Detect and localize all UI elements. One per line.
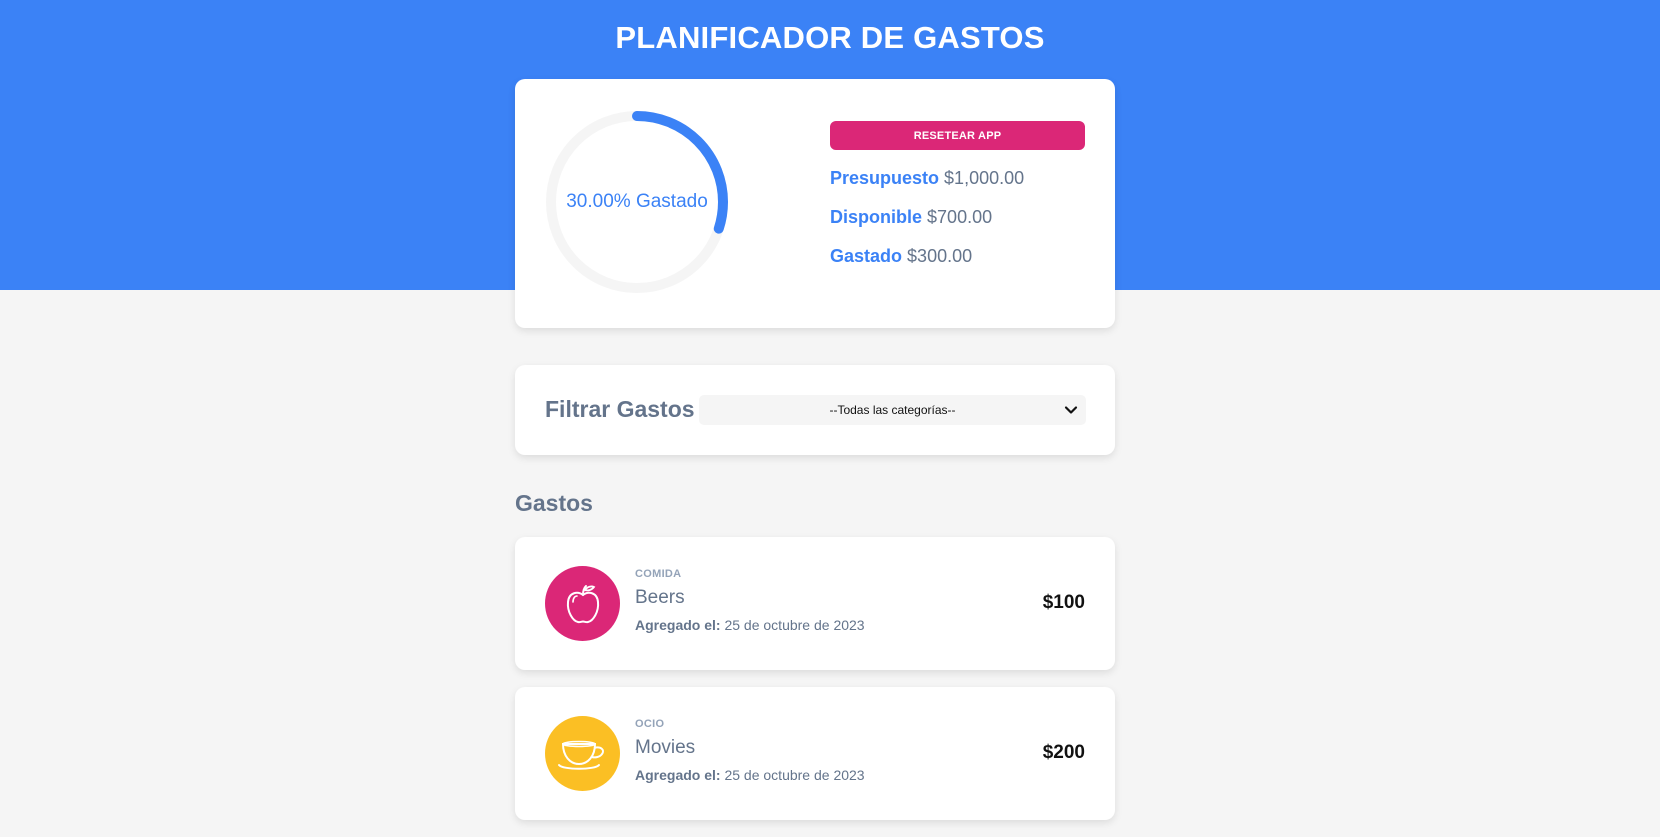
expense-date-value: 25 de octubre de 2023 xyxy=(724,767,865,783)
expense-amount: $200 xyxy=(1042,742,1085,763)
category-filter-select[interactable]: --Todas las categorías-- xyxy=(699,395,1086,425)
expense-amount: $100 xyxy=(1042,592,1085,613)
expense-date-value: 25 de octubre de 2023 xyxy=(724,617,865,633)
expense-name: Movies xyxy=(635,737,696,758)
budget-card: 30.00% Gastado RESETEAR APP Presupuesto … xyxy=(515,79,1115,328)
expense-item[interactable]: OCIO Movies Agregado el: 25 de octubre d… xyxy=(515,687,1115,820)
filter-label: Filtrar Gastos xyxy=(545,396,695,422)
chevron-down-icon xyxy=(1064,406,1078,414)
expense-category: OCIO xyxy=(635,718,665,730)
filter-card: Filtrar Gastos --Todas las categorías-- xyxy=(515,365,1115,455)
stat-label: Presupuesto xyxy=(830,168,940,188)
apple-icon xyxy=(566,584,599,623)
stat-label: Gastado xyxy=(830,246,903,266)
stat-value: $300.00 xyxy=(907,246,973,266)
budget-stat-gastado: Gastado $300.00 xyxy=(830,246,972,267)
stat-label: Disponible xyxy=(830,207,923,227)
reset-app-button[interactable]: RESETEAR APP xyxy=(830,121,1085,150)
expense-date: Agregado el: 25 de octubre de 2023 xyxy=(635,617,865,633)
expense-category: COMIDA xyxy=(635,568,682,580)
expense-icon-circle xyxy=(545,716,620,791)
expense-date-label: Agregado el: xyxy=(635,767,721,783)
expense-icon-circle xyxy=(545,566,620,641)
budget-stat-disponible: Disponible $700.00 xyxy=(830,207,992,228)
stat-value: $1,000.00 xyxy=(944,168,1025,188)
expense-item[interactable]: COMIDA Beers Agregado el: 25 de octubre … xyxy=(515,537,1115,670)
budget-progress-ring: 30.00% Gastado xyxy=(543,108,731,296)
stat-value: $700.00 xyxy=(927,207,993,227)
budget-stat-presupuesto: Presupuesto $1,000.00 xyxy=(830,168,1024,189)
teacup-icon xyxy=(557,740,604,770)
category-filter-selected-value: --Todas las categorías-- xyxy=(829,403,956,417)
expense-date: Agregado el: 25 de octubre de 2023 xyxy=(635,767,865,783)
expenses-section-title: Gastos xyxy=(515,490,593,516)
app-title: PLANIFICADOR DE GASTOS xyxy=(615,20,1045,55)
expense-name: Beers xyxy=(635,587,685,608)
expense-date-label: Agregado el: xyxy=(635,617,721,633)
progress-percentage-text: 30.00% Gastado xyxy=(566,191,708,212)
